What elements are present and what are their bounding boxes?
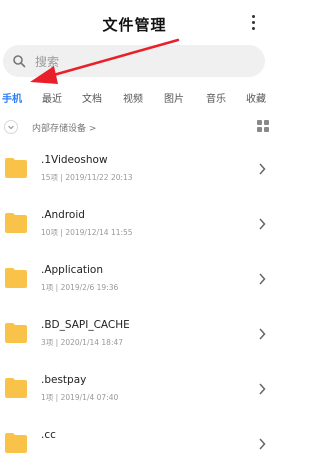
tab-images[interactable]: 图片 — [164, 90, 184, 105]
tab-phone[interactable]: 手机 — [2, 90, 22, 105]
folder-icon — [5, 433, 27, 453]
file-name: .bestpay — [41, 374, 87, 386]
tab-recent[interactable]: 最近 — [42, 90, 62, 105]
file-meta: 1项 | 2019/2/6 19:36 — [41, 283, 119, 292]
chevron-right-icon — [259, 163, 266, 175]
list-item[interactable]: .bestpay 1项 | 2019/1/4 07:40 — [0, 360, 269, 415]
file-name: .Application — [41, 264, 104, 276]
tab-videos[interactable]: 视频 — [123, 90, 143, 105]
list-item[interactable]: .Application 1项 | 2019/2/6 19:36 — [0, 250, 269, 305]
file-meta: 3项 | 2020/1/14 18:47 — [41, 338, 124, 347]
tab-music[interactable]: 音乐 — [206, 90, 226, 105]
search-placeholder: 搜索 — [35, 55, 60, 69]
chevron-right-icon — [259, 273, 266, 285]
breadcrumb-label[interactable]: 内部存储设备 > — [32, 121, 96, 134]
file-name: .BD_SAPI_CACHE — [41, 319, 130, 331]
search-input[interactable]: 搜索 — [3, 45, 265, 77]
folder-icon — [5, 323, 27, 343]
list-item[interactable]: .BD_SAPI_CACHE 3项 | 2020/1/14 18:47 — [0, 305, 269, 360]
list-item[interactable]: .cc — [0, 415, 269, 470]
file-name: .1Videoshow — [41, 154, 108, 166]
folder-icon — [5, 213, 27, 233]
folder-icon — [5, 378, 27, 398]
folder-icon — [5, 268, 27, 288]
list-item[interactable]: .Android 10项 | 2019/12/14 11:55 — [0, 195, 269, 250]
title-bar: 文件管理 — [0, 0, 269, 46]
file-meta: 15项 | 2019/11/22 20:13 — [41, 173, 133, 182]
tab-favorites[interactable]: 收藏 — [246, 90, 266, 105]
page-title: 文件管理 — [102, 16, 167, 34]
list-item[interactable]: .1Videoshow 15项 | 2019/11/22 20:13 — [0, 140, 269, 195]
chevron-down-icon[interactable] — [4, 120, 18, 134]
chevron-right-icon — [259, 438, 266, 450]
grid-view-icon[interactable] — [257, 120, 269, 132]
file-name: .cc — [41, 429, 56, 441]
category-tabs: 手机 最近 文档 视频 图片 音乐 收藏 — [0, 90, 269, 110]
folder-icon — [5, 158, 27, 178]
more-options-icon[interactable] — [251, 15, 255, 31]
search-icon — [13, 55, 26, 68]
chevron-right-icon — [259, 218, 266, 230]
tab-documents[interactable]: 文档 — [82, 90, 102, 105]
file-meta: 10项 | 2019/12/14 11:55 — [41, 228, 133, 237]
file-meta: 1项 | 2019/1/4 07:40 — [41, 393, 119, 402]
file-name: .Android — [41, 209, 85, 221]
chevron-right-icon — [259, 383, 266, 395]
chevron-right-icon — [259, 328, 266, 340]
